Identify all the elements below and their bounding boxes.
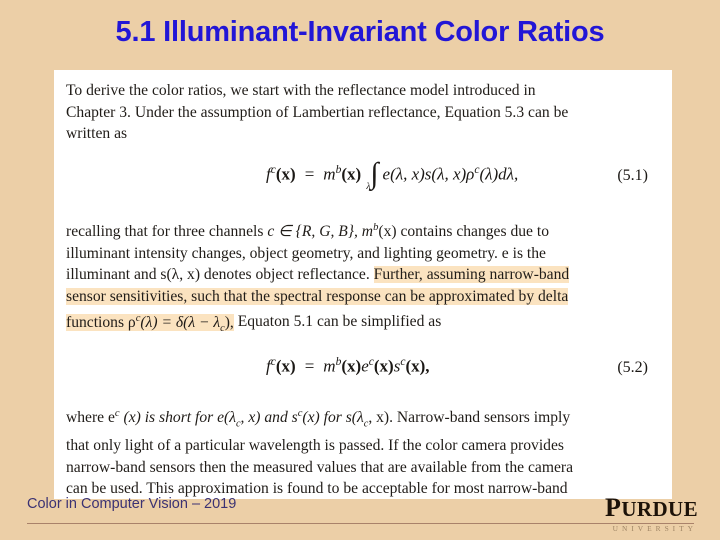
purdue-university-label: UNIVERSITY [612, 524, 697, 533]
eq2-s-arg: (x), [405, 356, 430, 376]
equation-5-2-body: fc(x) = mb(x)ec(x)sc(x), [266, 355, 430, 377]
p2-l5-c: ), [224, 313, 234, 331]
book-page-panel: To derive the color ratios, we start wit… [54, 70, 672, 499]
eq2-e-arg: (x) [373, 356, 394, 376]
p2-l5-highlighted: functions ρc(λ) = δ(λ − λc), [66, 312, 234, 334]
paragraph-intro-line-1: To derive the color ratios, we start wit… [66, 82, 536, 99]
eq1-equals: = [304, 164, 315, 184]
paragraph-intro: To derive the color ratios, we start wit… [66, 80, 660, 145]
p2-l3-highlighted: Further, assuming narrow-band [373, 266, 570, 284]
equation-5-1: fc(x) = mb(x) ∫λe(λ, x)s(λ, x)ρc(λ)dλ, (5.1… [66, 159, 660, 217]
p2-l5-a: functions ρ [66, 313, 136, 331]
eq1-m-arg: (x) [341, 164, 362, 184]
slide-canvas: 5.1 Illuminant-Invariant Color Ratios To… [0, 0, 720, 540]
paragraph-where-line-1: where ec (x) is short for e(λc, x) and s… [66, 403, 660, 435]
p2-l4-highlighted: sensor sensitivities, such that the spec… [66, 287, 569, 305]
p2-l5-plain: Equaton 5.1 can be simplified as [233, 313, 442, 331]
paragraph-intro-line-2: Chapter 3. Under the assumption of Lambe… [66, 103, 569, 121]
p2-l1-tail: (x) contains changes due to [378, 222, 549, 240]
eq2-m: m [323, 356, 336, 376]
paragraph-recalling: recalling that for three channels c ∈ {R… [66, 217, 660, 339]
eq2-f-arg: (x) [275, 356, 296, 376]
paragraph-where: where ec (x) is short for e(λc, x) and s… [66, 403, 660, 499]
paragraph-recalling-line-5: functions ρc(λ) = δ(λ − λc), Equaton 5.1… [66, 307, 660, 339]
p2-l5-b: (λ) = δ(λ − λ [140, 313, 221, 331]
eq1-integrand-tail: (λ)dλ, [479, 164, 519, 184]
paragraph-intro-line-3: written as [66, 125, 128, 143]
paragraph-recalling-line-2: illuminant intensity changes, object geo… [66, 244, 546, 262]
eq1-m: m [323, 164, 336, 184]
purdue-logo: PURDUE UNIVERSITY [578, 495, 698, 534]
eq1-integrand: e(λ, x)s(λ, x)ρ [382, 164, 475, 184]
p3-l1-e: , x). Narrow-band sensors imply [368, 409, 571, 427]
paragraph-recalling-line-1: recalling that for three channels c ∈ {R… [66, 217, 660, 243]
footer-course-label: Color in Computer Vision – 2019 [27, 496, 237, 512]
purdue-wordmark-initial: P [605, 493, 622, 522]
equation-5-2: fc(x) = mb(x)ec(x)sc(x), (5.2) [66, 351, 660, 403]
book-page-content: To derive the color ratios, we start wit… [66, 78, 660, 499]
integral-icon: ∫ [370, 157, 379, 191]
paragraph-recalling-line-4: sensor sensitivities, such that the spec… [66, 286, 660, 308]
eq1-f-arg: (x) [275, 164, 296, 184]
paragraph-recalling-line-3: illuminant and s(λ, x) denotes object re… [66, 264, 660, 286]
eq2-e: e [361, 356, 369, 376]
eq2-m-arg: (x) [341, 356, 362, 376]
paragraph-where-line-2: that only light of a particular waveleng… [66, 437, 564, 455]
p3-l1-a: where e [66, 409, 115, 427]
p3-l1-d: (x) for s(λ [302, 409, 364, 427]
eq1-integral-sub: λ [366, 182, 371, 193]
equation-5-1-body: fc(x) = mb(x) ∫λe(λ, x)s(λ, x)ρc(λ)dλ, [266, 159, 519, 193]
p2-l3-plain: illuminant and s(λ, x) denotes object re… [66, 266, 374, 284]
purdue-wordmark: PURDUE [578, 495, 698, 521]
equation-5-1-number: (5.1) [617, 166, 648, 184]
p2-l1-plain: recalling that for three channels [66, 222, 268, 240]
equation-5-2-number: (5.2) [617, 359, 648, 377]
page-title: 5.1 Illuminant-Invariant Color Ratios [115, 16, 605, 48]
eq2-equals: = [304, 356, 315, 376]
p3-l1-b: (x) is short for e(λ [119, 409, 236, 427]
purdue-wordmark-rest: URDUE [621, 497, 698, 521]
paragraph-where-line-3: narrow-band sensors then the measured va… [66, 458, 574, 476]
p3-l1-c: , x) and s [240, 409, 298, 427]
p2-l1-math: c ∈ {R, G, B}, m [267, 222, 374, 240]
